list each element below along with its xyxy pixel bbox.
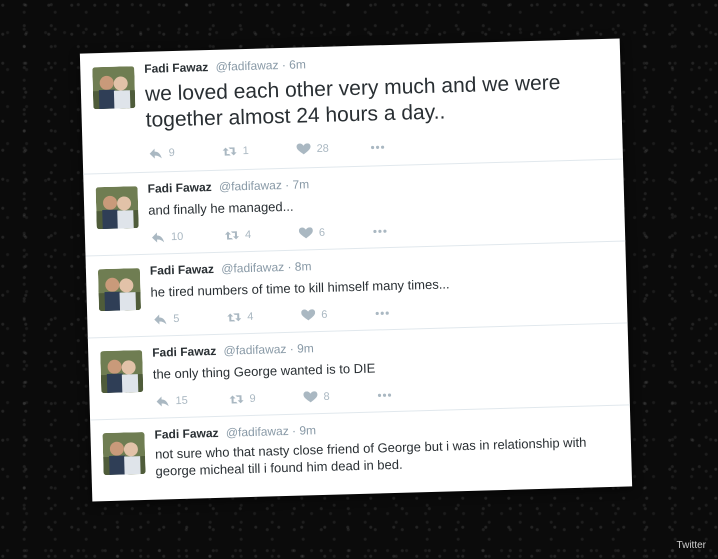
username[interactable]: @fadifawaz (226, 424, 289, 440)
retweet-count: 9 (249, 392, 256, 406)
photo-credit: Twitter (676, 540, 706, 551)
avatar[interactable] (92, 66, 136, 110)
reply-icon (149, 148, 162, 159)
like-count: 6 (318, 226, 326, 240)
like-count: 8 (323, 390, 330, 403)
avatar[interactable] (95, 186, 139, 230)
like-button[interactable]: 28 (296, 142, 370, 156)
display-name[interactable]: Fadi Fawaz (150, 262, 214, 278)
tweet-header: Fadi Fawaz @fadifawaz · 9m (154, 423, 316, 442)
timestamp[interactable]: · 8m (287, 259, 311, 274)
display-name[interactable]: Fadi Fawaz (147, 180, 211, 196)
tweet-header: Fadi Fawaz @fadifawaz · 9m (152, 341, 314, 360)
heart-icon (296, 143, 311, 155)
timestamp[interactable]: · 9m (290, 341, 314, 356)
tweet-text: we loved each other very much and we wer… (144, 71, 561, 132)
username[interactable]: @fadifawaz (221, 260, 284, 276)
avatar[interactable] (100, 350, 144, 394)
tweet-header: Fadi Fawaz @fadifawaz · 7m (147, 177, 309, 196)
avatar[interactable] (97, 268, 142, 312)
tweet: Fadi Fawaz @fadifawaz · 9m not sure who … (90, 404, 632, 501)
more-button[interactable] (373, 225, 403, 238)
username[interactable]: @fadifawaz (223, 342, 286, 358)
reply-icon (152, 232, 165, 243)
retweet-button[interactable]: 4 (224, 228, 299, 242)
tweet-text: not sure who that nasty close friend of … (154, 434, 587, 479)
timestamp[interactable]: · 7m (285, 177, 309, 192)
avatar[interactable] (102, 431, 146, 476)
reply-button[interactable]: 9 (149, 146, 223, 160)
more-button[interactable] (375, 307, 405, 320)
tweet-actions: 9 1 28 (149, 141, 401, 160)
retweet-icon (222, 147, 237, 156)
like-button[interactable]: 6 (298, 226, 373, 240)
more-icon (377, 393, 392, 397)
retweet-count: 4 (244, 228, 252, 242)
heart-icon (301, 309, 316, 321)
retweet-button[interactable]: 1 (222, 144, 296, 158)
tweet-header: Fadi Fawaz @fadifawaz · 6m (144, 57, 306, 76)
retweet-count: 1 (242, 144, 249, 158)
heart-icon (298, 227, 313, 239)
reply-button[interactable]: 15 (155, 394, 229, 408)
tweet-actions: 15 9 8 (155, 389, 407, 408)
reply-button[interactable]: 10 (151, 230, 225, 244)
display-name[interactable]: Fadi Fawaz (154, 426, 218, 442)
tweet-actions: 10 4 6 (151, 225, 403, 244)
more-button[interactable] (377, 389, 407, 402)
reply-count: 10 (170, 230, 184, 244)
retweet-icon (229, 395, 244, 404)
timestamp[interactable]: · 9m (292, 423, 316, 438)
like-count: 28 (316, 142, 330, 156)
retweet-button[interactable]: 4 (227, 310, 301, 324)
heart-icon (303, 391, 318, 403)
like-button[interactable]: 6 (301, 307, 375, 321)
username[interactable]: @fadifawaz (219, 178, 282, 194)
reply-icon (154, 314, 167, 325)
retweet-button[interactable]: 9 (229, 392, 303, 406)
retweet-icon (227, 313, 242, 322)
more-icon (375, 311, 389, 316)
more-button[interactable] (370, 141, 400, 154)
timestamp[interactable]: · 6m (282, 57, 306, 72)
reply-count: 9 (168, 147, 175, 160)
retweet-icon (224, 231, 240, 240)
reply-count: 15 (175, 394, 189, 408)
tweet-actions: 5 4 6 (153, 307, 405, 326)
tweet: Fadi Fawaz @fadifawaz · 6m we loved each… (79, 38, 624, 175)
username[interactable]: @fadifawaz (215, 58, 278, 74)
tweet-header: Fadi Fawaz @fadifawaz · 8m (150, 259, 312, 278)
tweet-screenshot-card: Fadi Fawaz @fadifawaz · 6m we loved each… (79, 38, 633, 502)
retweet-count: 4 (247, 310, 254, 324)
reply-icon (156, 396, 169, 407)
reply-button[interactable]: 5 (153, 312, 227, 326)
display-name[interactable]: Fadi Fawaz (152, 344, 216, 360)
more-icon (370, 145, 385, 150)
more-icon (373, 229, 387, 234)
display-name[interactable]: Fadi Fawaz (144, 60, 208, 76)
like-button[interactable]: 8 (303, 389, 377, 403)
like-count: 6 (321, 308, 328, 321)
reply-count: 5 (173, 312, 180, 326)
